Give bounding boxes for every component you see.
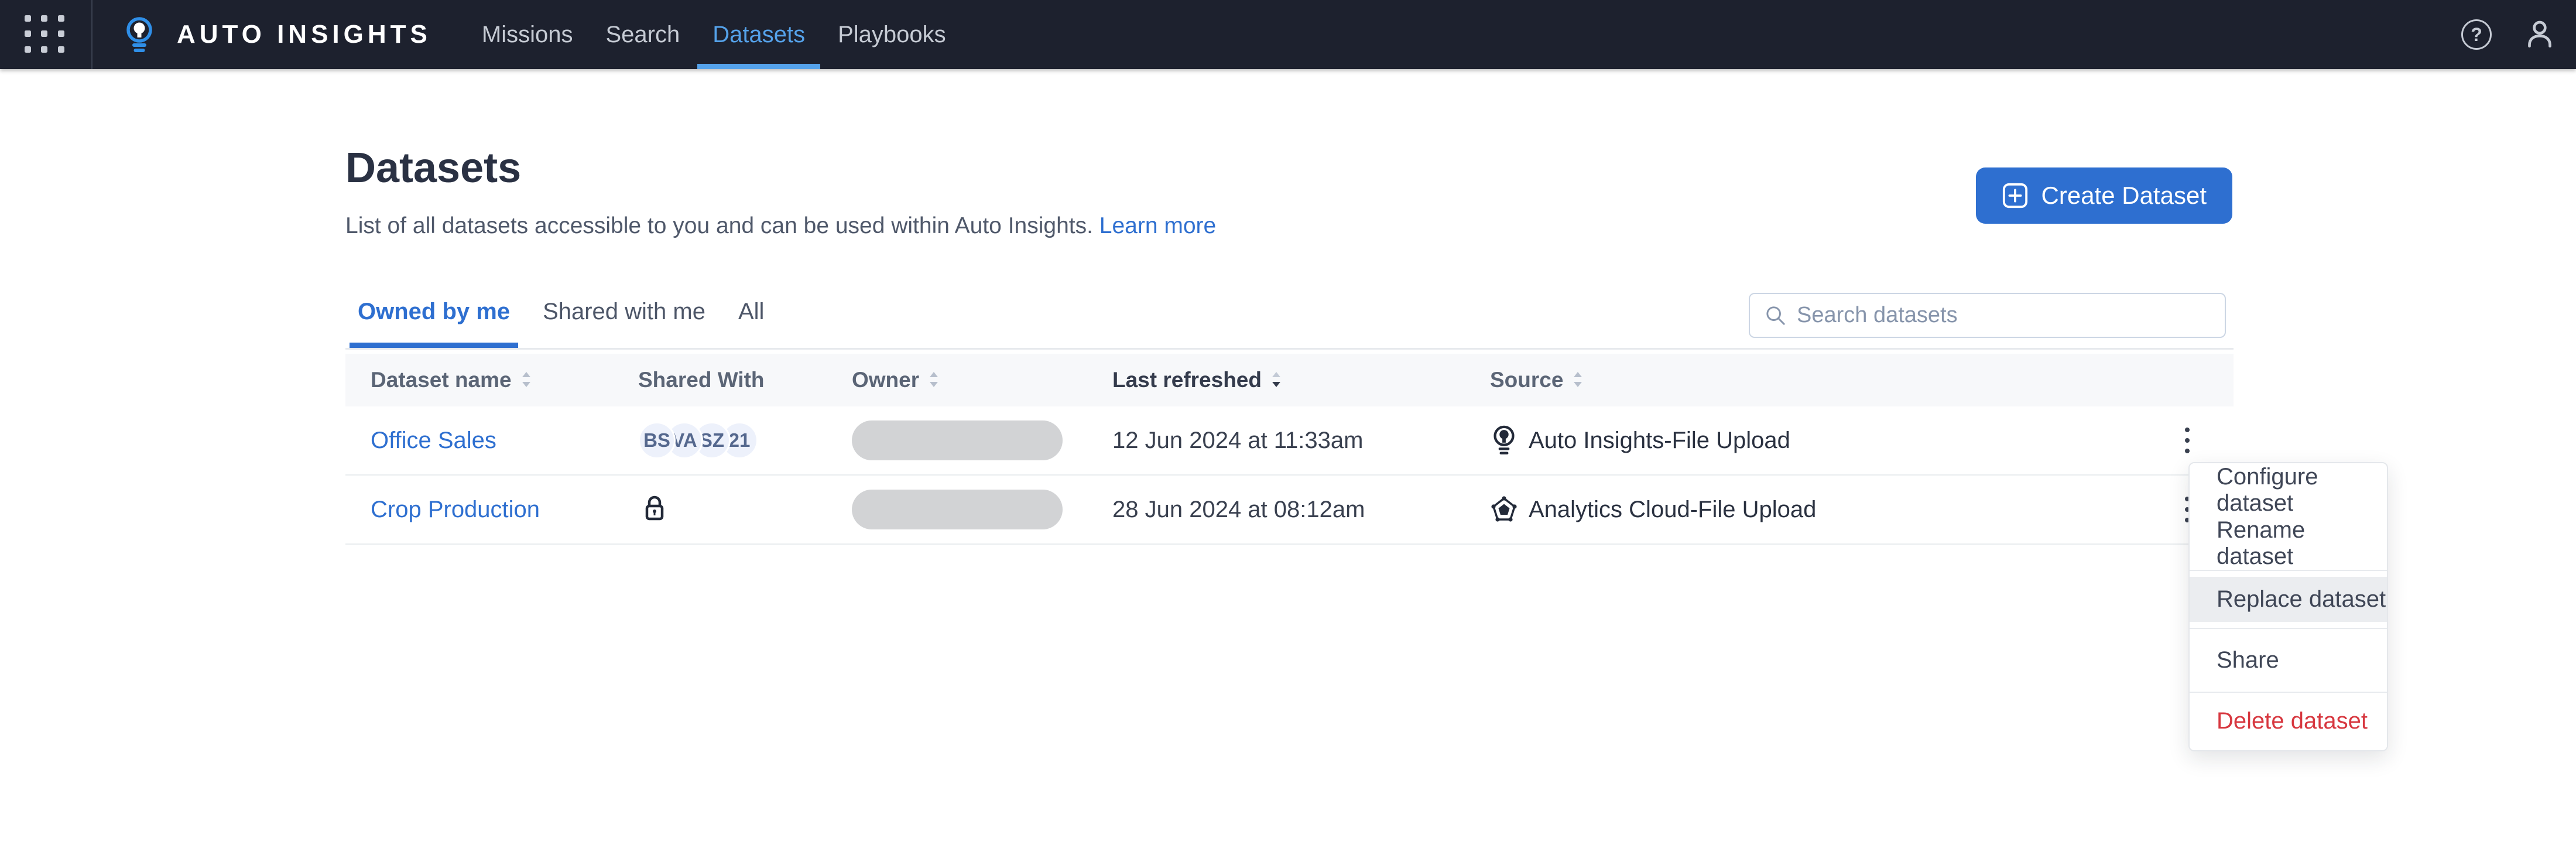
column-header-dataset-name[interactable]: Dataset name [371,368,638,392]
dataset-link-office-sales[interactable]: Office Sales [371,428,496,453]
sort-icon [522,372,530,387]
lock-icon [645,495,664,520]
page-subtitle: List of all datasets accessible to you a… [345,213,1216,239]
table-row: Office Sales BS VA SZ 21 12 Jun 2024 at … [345,406,2234,476]
tab-shared-with-me[interactable]: Shared with me [542,294,707,348]
column-header-source[interactable]: Source [1490,368,2166,392]
menu-item-rename-dataset[interactable]: Rename dataset [2190,517,2387,570]
nav-item-datasets[interactable]: Datasets [696,0,821,69]
datasets-table: Dataset name Shared With Owner Last refr… [345,354,2234,545]
row-actions-kebab-icon[interactable] [2170,416,2205,465]
table-header-row: Dataset name Shared With Owner Last refr… [345,354,2234,406]
auto-insights-lightbulb-icon [1493,425,1515,454]
nav-links: Missions Search Datasets Playbooks [465,0,962,69]
menu-item-share[interactable]: Share [2190,627,2387,692]
nav-item-search[interactable]: Search [589,0,696,69]
column-header-owner[interactable]: Owner [852,368,1112,392]
main-content: Datasets List of all datasets accessible… [345,69,2234,865]
owner-redacted-pill [852,490,1063,529]
nav-item-playbooks[interactable]: Playbooks [821,0,962,69]
dataset-context-menu: Configure dataset Rename dataset Replace… [2188,462,2388,751]
tab-owned-by-me[interactable]: Owned by me [349,294,519,348]
menu-item-configure-dataset[interactable]: Configure dataset [2190,463,2387,518]
source-cell: Analytics Cloud-File Upload [1490,494,2166,525]
last-refreshed-cell: 12 Jun 2024 at 11:33am [1112,427,1364,453]
create-dataset-button[interactable]: Create Dataset [1975,167,2232,224]
table-row: Crop Production 28 Jun 2024 at 08:12am A… [345,476,2234,545]
navbar-separator [91,0,93,69]
search-datasets-box [1749,293,2226,338]
app-launcher-icon[interactable] [25,15,67,54]
search-datasets-input[interactable] [1797,303,2211,328]
auto-insights-app: AUTO INSIGHTS Missions Search Datasets P… [0,0,2576,865]
top-navbar: AUTO INSIGHTS Missions Search Datasets P… [0,0,2576,69]
user-profile-icon[interactable] [2523,18,2556,51]
search-icon [1766,306,1785,325]
source-cell: Auto Insights-File Upload [1490,425,2166,456]
sort-icon [930,372,938,387]
nav-item-missions[interactable]: Missions [465,0,590,69]
source-label: Analytics Cloud-File Upload [1529,496,1817,522]
column-header-shared-with: Shared With [638,368,765,392]
subtitle-text: List of all datasets accessible to you a… [345,213,1093,238]
avatar[interactable]: BS [638,422,676,459]
page-title: Datasets [345,145,522,192]
shared-with-avatars: BS VA SZ 21 [638,422,852,459]
help-icon[interactable]: ? [2461,19,2492,50]
menu-item-delete-dataset[interactable]: Delete dataset [2190,691,2387,750]
brand-title: AUTO INSIGHTS [177,20,431,49]
learn-more-link[interactable]: Learn more [1099,213,1216,238]
auto-insights-logo-lightbulb-icon [126,17,152,52]
create-dataset-label: Create Dataset [2041,182,2207,209]
last-refreshed-cell: 28 Jun 2024 at 08:12am [1112,496,1365,522]
tab-all[interactable]: All [737,294,765,348]
source-label: Auto Insights-File Upload [1529,427,1790,453]
owner-redacted-pill [852,420,1063,460]
sort-icon [1574,372,1582,387]
menu-item-replace-dataset[interactable]: Replace dataset [2190,570,2387,628]
analytics-cloud-pentagon-icon [1491,496,1517,522]
plus-square-icon [2002,183,2027,208]
dataset-link-crop-production[interactable]: Crop Production [371,497,540,522]
sort-desc-icon [1272,372,1280,387]
column-header-last-refreshed[interactable]: Last refreshed [1112,368,1490,392]
navbar-right: ? [2461,18,2556,51]
